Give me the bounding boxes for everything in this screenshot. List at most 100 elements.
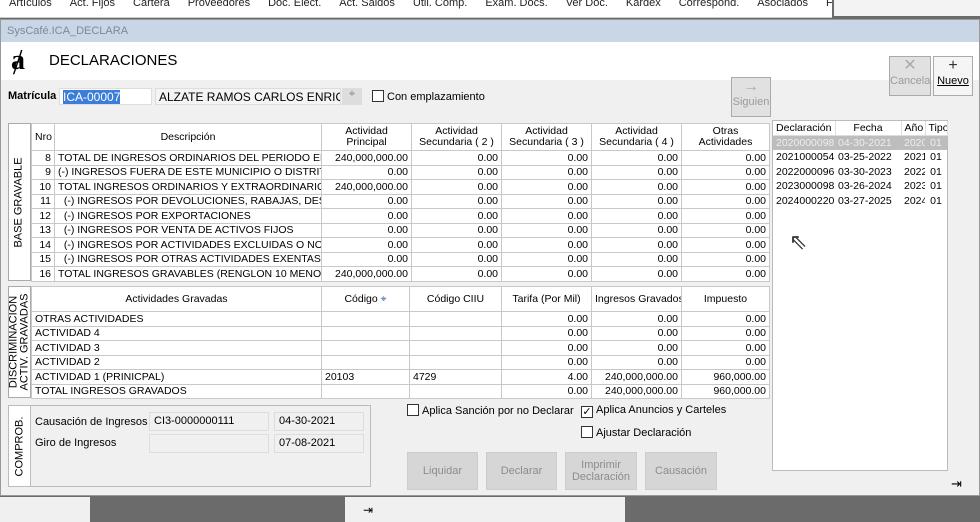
menu-item[interactable]: Exam. Docs. <box>476 0 556 17</box>
table-cell[interactable]: 240,000,000.00 <box>321 179 412 195</box>
table-row[interactable]: 12 (-) INGRESOS POR EXPORTACIONES 0.00 0.0… <box>31 208 770 224</box>
table-cell[interactable] <box>321 325 410 341</box>
table-cell[interactable]: 0.00 <box>411 193 502 209</box>
table-cell[interactable]: 0.00 <box>591 340 682 356</box>
table-cell[interactable]: 0.00 <box>411 150 502 166</box>
table-cell[interactable]: 0.00 <box>321 237 412 253</box>
menu-item[interactable]: Act. Saldos <box>330 0 404 17</box>
table-cell[interactable]: 0.00 <box>681 266 770 282</box>
table-cell[interactable] <box>409 311 502 327</box>
exit-icon[interactable]: ⇥ <box>363 503 373 517</box>
table-cell[interactable]: 240,000,000.00 <box>591 369 682 385</box>
table-cell[interactable]: 0.00 <box>681 208 770 224</box>
table-cell[interactable]: 0.00 <box>501 383 592 399</box>
table-cell[interactable]: 0.00 <box>411 164 502 180</box>
table-cell[interactable]: 0.00 <box>501 150 592 166</box>
table-cell[interactable]: 0.00 <box>501 193 592 209</box>
table-row[interactable]: 11 (-) INGRESOS POR DEVOLUCIONES, RABAJA… <box>31 193 770 209</box>
declaracion-row[interactable]: 2023000098 03-26-2024 2023 01 <box>773 179 947 194</box>
menu-item[interactable]: Asociados <box>748 0 817 17</box>
next-button[interactable]: → Siguien <box>731 77 771 117</box>
table-cell[interactable]: 0.00 <box>411 179 502 195</box>
table-cell[interactable]: 0.00 <box>411 237 502 253</box>
menu-item[interactable]: Act. Fijos <box>61 0 124 17</box>
table-cell[interactable] <box>321 354 410 370</box>
table-row[interactable]: OTRAS ACTIVIDADES 0.00 0.00 0.00 <box>31 311 770 327</box>
table-cell[interactable]: 0.00 <box>681 222 770 238</box>
table-cell[interactable] <box>409 340 502 356</box>
table-cell[interactable]: 0.00 <box>681 354 770 370</box>
table-row[interactable]: 14 (-) INGRESOS POR ACTIVIDADES EXCLUIDA… <box>31 237 770 253</box>
table-cell[interactable]: 20103 <box>321 369 410 385</box>
table-cell[interactable]: 0.00 <box>591 266 682 282</box>
table-cell[interactable]: 0.00 <box>501 208 592 224</box>
table-row[interactable]: 10 TOTAL INGRESOS ORDINARIOS Y EXTRAORDIN… <box>31 179 770 195</box>
table-row[interactable]: ACTIVIDAD 2 0.00 0.00 0.00 <box>31 354 770 370</box>
anuncios-checkbox[interactable]: ✓ Aplica Anuncios y Carteles <box>581 404 726 418</box>
liquidar-button[interactable]: Liquidar <box>407 452 478 490</box>
causacion-date-field[interactable]: 04-30-2021 <box>274 412 364 431</box>
table-cell[interactable]: 0.00 <box>501 237 592 253</box>
table-cell[interactable]: 240,000,000.00 <box>591 383 682 399</box>
table-row[interactable]: 9 (-) INGRESOS FUERA DE ESTE MUNICIPIO O … <box>31 164 770 180</box>
table-cell[interactable]: 0.00 <box>501 266 592 282</box>
table-cell[interactable]: 0.00 <box>681 179 770 195</box>
table-cell[interactable]: 0.00 <box>681 193 770 209</box>
table-cell[interactable]: 0.00 <box>591 164 682 180</box>
column-header[interactable]: Declaración <box>773 121 836 136</box>
table-cell[interactable]: 0.00 <box>591 222 682 238</box>
declaracion-row[interactable]: 2024000220 03-27-2025 2024 01 <box>773 194 947 209</box>
causacion-button[interactable]: Causación <box>645 452 717 490</box>
table-cell[interactable]: 0.00 <box>591 150 682 166</box>
table-cell[interactable]: 0.00 <box>591 237 682 253</box>
table-cell[interactable]: 0.00 <box>411 222 502 238</box>
table-cell[interactable] <box>321 383 410 399</box>
table-cell[interactable]: 0.00 <box>681 340 770 356</box>
table-cell[interactable]: 0.00 <box>681 325 770 341</box>
table-cell[interactable] <box>321 311 410 327</box>
table-cell[interactable]: 0.00 <box>501 340 592 356</box>
menu-item[interactable]: Util. Comp. <box>404 0 476 17</box>
table-row[interactable]: TOTAL INGRESOS GRAVADOS 0.00 240,000,000.0… <box>31 383 770 399</box>
table-cell[interactable]: 0.00 <box>591 354 682 370</box>
table-cell[interactable]: 0.00 <box>681 251 770 267</box>
table-cell[interactable]: 0.00 <box>591 251 682 267</box>
menu-item[interactable]: Kardex <box>617 0 670 17</box>
table-cell[interactable]: 0.00 <box>501 325 592 341</box>
table-cell[interactable]: 0.00 <box>591 311 682 327</box>
giro-code-field[interactable] <box>149 434 269 453</box>
table-cell[interactable]: 0.00 <box>591 208 682 224</box>
table-cell[interactable]: 4.00 <box>501 369 592 385</box>
table-cell[interactable]: 0.00 <box>591 325 682 341</box>
menu-item[interactable]: Doc. Elect. <box>259 0 330 17</box>
table-cell[interactable]: 0.00 <box>501 354 592 370</box>
table-cell[interactable]: 0.00 <box>681 237 770 253</box>
table-cell[interactable]: 0.00 <box>501 251 592 267</box>
exit-icon[interactable]: ⇥ <box>951 476 962 492</box>
table-cell[interactable]: 0.00 <box>591 179 682 195</box>
menu-item[interactable]: Cartera <box>124 0 179 17</box>
table-cell[interactable]: 0.00 <box>681 150 770 166</box>
table-cell[interactable]: 0.00 <box>321 222 412 238</box>
table-cell[interactable]: 0.00 <box>321 193 412 209</box>
table-row[interactable]: 16 TOTAL INGRESOS GRAVABLES (RENGLON 10 M… <box>31 266 770 282</box>
column-header[interactable]: Año <box>901 121 926 136</box>
table-cell[interactable]: 0.00 <box>681 164 770 180</box>
table-cell[interactable] <box>409 325 502 341</box>
sancion-checkbox[interactable]: Aplica Sanción por no Declarar <box>407 404 574 417</box>
table-cell[interactable]: 0.00 <box>321 251 412 267</box>
table-cell[interactable]: 0.00 <box>591 193 682 209</box>
table-cell[interactable]: 0.00 <box>501 179 592 195</box>
table-cell[interactable]: 0.00 <box>501 164 592 180</box>
table-cell[interactable]: 0.00 <box>321 164 412 180</box>
imprimir-declaracion-button[interactable]: Imprimir Declaración <box>565 452 637 490</box>
column-header[interactable]: Fecha <box>835 121 902 136</box>
declaraciones-list[interactable]: Declaración Fecha Año Tipo 2020000098 04-30-2… <box>772 120 948 471</box>
table-cell[interactable]: 240,000,000.00 <box>321 150 412 166</box>
menu-item[interactable]: Proveedores <box>179 0 259 17</box>
table-cell[interactable]: 0.00 <box>411 251 502 267</box>
menu-item[interactable]: Artículos <box>0 0 61 17</box>
column-header[interactable]: Tipo <box>925 121 948 136</box>
table-cell[interactable]: 240,000,000.00 <box>321 266 412 282</box>
table-cell[interactable] <box>321 340 410 356</box>
